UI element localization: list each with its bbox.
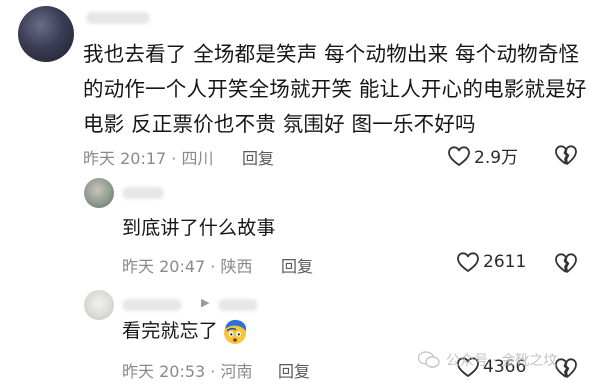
like-button[interactable]: 2611 [456, 251, 526, 273]
username-blurred[interactable] [86, 12, 150, 24]
reply-avatar[interactable] [84, 178, 114, 208]
comment-meta: 昨天 20:17 · 四川 [83, 149, 214, 168]
broken-heart-icon [555, 358, 577, 378]
avatar[interactable] [18, 6, 74, 62]
reply-text: 到底讲了什么故事 [122, 217, 276, 239]
reply-to-username-blurred[interactable] [218, 299, 258, 311]
reply-button[interactable]: 回复 [278, 358, 310, 382]
dislike-button[interactable] [554, 144, 578, 170]
reply-meta: 昨天 20:47 · 陕西 [122, 257, 253, 276]
reply-text-row: 看完就忘了 [122, 314, 248, 349]
like-count: 2.9万 [474, 148, 519, 168]
dislike-button[interactable] [554, 252, 578, 278]
reply-username-blurred[interactable] [122, 187, 164, 199]
reply-button[interactable]: 回复 [281, 253, 313, 277]
reply-button[interactable]: 回复 [242, 145, 274, 169]
watermark: 公众号 · 金靴之坟 [418, 350, 557, 370]
comment-text: 我也去看了 全场都是笑声 每个动物出来 每个动物奇怪的动作一个人开笑全场就开笑 … [83, 42, 587, 136]
shocked-face-emoji [224, 319, 247, 344]
broken-heart-icon [555, 145, 577, 165]
heart-outline-icon [448, 145, 470, 166]
reply-to-arrow-icon: ▶ [201, 296, 210, 309]
dislike-button[interactable] [554, 357, 578, 383]
reply-text: 看完就忘了 [122, 320, 219, 342]
wechat-icon [418, 351, 440, 368]
reply-username-blurred[interactable] [122, 299, 182, 311]
like-button[interactable]: 2.9万 [447, 143, 518, 168]
reply-meta: 昨天 20:53 · 河南 [122, 362, 253, 381]
watermark-text: 公众号 · 金靴之坟 [446, 353, 558, 369]
reply-avatar[interactable] [84, 290, 114, 320]
heart-outline-icon [457, 252, 479, 272]
like-count: 2611 [483, 252, 527, 272]
broken-heart-icon [555, 253, 577, 273]
